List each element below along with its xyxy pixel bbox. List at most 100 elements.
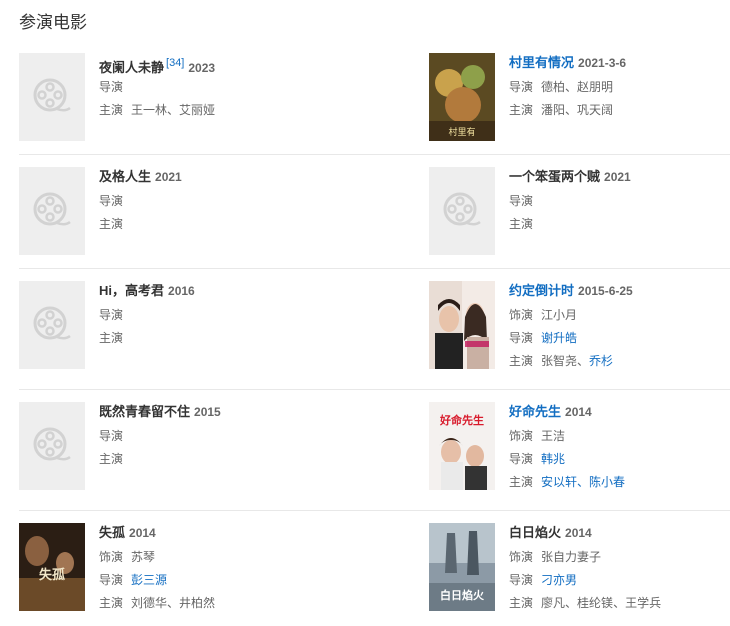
divider	[19, 268, 730, 269]
director-link[interactable]: 韩兆	[541, 452, 565, 466]
director-label: 导演	[99, 573, 124, 587]
cast-label: 主演	[99, 596, 124, 610]
role-value: 江小月	[541, 308, 578, 322]
role-label: 饰演	[509, 429, 534, 443]
director-value: 德柏	[541, 80, 566, 94]
director-label: 导演	[509, 80, 534, 94]
cast-label: 主演	[509, 217, 534, 231]
role-label: 饰演	[99, 550, 124, 564]
movie-year: 2021-3-6	[578, 56, 627, 70]
movie-title-link[interactable]: 好命先生	[509, 404, 561, 419]
movie-item: 夜阑人未静 [34] 2023 导演 主演 王一林、艾丽娅	[19, 53, 319, 143]
cast-label: 主演	[99, 103, 124, 117]
movie-year: 2021	[155, 170, 182, 184]
role-value: 张自力妻子	[541, 550, 602, 564]
film-reel-icon	[33, 306, 71, 340]
cast-value: 王学兵	[625, 596, 662, 610]
poster-image: 好命先生	[429, 402, 495, 490]
movies-section: 参演电影 夜阑人未静 [34] 2023 导演 主演 王一林、艾丽娅 村里有 村…	[0, 0, 730, 626]
svg-text:失孤: 失孤	[39, 567, 65, 583]
poster-placeholder[interactable]	[19, 281, 85, 369]
role-value: 王洁	[541, 429, 566, 443]
movie-title: 及格人生	[99, 169, 152, 184]
movie-year: 2016	[168, 284, 195, 298]
poster-image: 村里有	[429, 53, 495, 141]
movie-year: 2014	[565, 405, 592, 419]
cast-value: 王一林	[131, 103, 168, 117]
movie-title: 既然青春留不住	[99, 404, 191, 419]
role-label: 饰演	[509, 550, 534, 564]
movie-year: 2015	[194, 405, 221, 419]
movie-title: 一个笨蛋两个贼	[509, 169, 601, 184]
cast-link[interactable]: 乔杉	[589, 354, 613, 368]
movie-item: 及格人生 2021 导演 主演	[19, 167, 319, 257]
poster-image: 失孤	[19, 523, 85, 611]
cast-value: 刘德华	[131, 596, 168, 610]
movie-item: Hi，高考君 2016 导演 主演	[19, 281, 319, 371]
director-label: 导演	[509, 331, 534, 345]
section-title: 参演电影	[19, 13, 87, 32]
movie-title: 白日焰火	[509, 525, 562, 540]
divider	[19, 510, 730, 511]
poster-image: 白日焰火	[429, 523, 495, 611]
cast-label: 主演	[99, 217, 124, 231]
director-label: 导演	[509, 452, 534, 466]
movie-poster[interactable]: 失孤	[19, 523, 85, 611]
movie-item: 白日焰火 白日焰火 2014 饰演 张自力妻子 导演 刁亦男 主演 廖凡、桂纶镁、王学兵	[429, 523, 729, 613]
svg-text:白日焰火: 白日焰火	[440, 588, 485, 602]
cast-label: 主演	[509, 103, 534, 117]
divider	[19, 154, 730, 155]
director-label: 导演	[509, 194, 534, 208]
cast-label: 主演	[99, 452, 124, 466]
cast-value: 井柏然	[179, 596, 216, 610]
movie-item: 约定倒计时 2015-6-25 饰演 江小月 导演 谢升皓 主演 张智尧、乔杉	[429, 281, 729, 371]
film-reel-icon	[33, 192, 71, 226]
reference-link[interactable]: [34]	[166, 57, 184, 69]
director-link[interactable]: 刁亦男	[541, 573, 577, 587]
movie-item: 失孤 失孤 2014 饰演 苏琴 导演 彭三源 主演 刘德华、井柏然	[19, 523, 319, 613]
svg-text:好命先生: 好命先生	[439, 413, 484, 427]
director-label: 导演	[99, 80, 124, 94]
film-reel-icon	[33, 78, 71, 112]
cast-label: 主演	[509, 475, 534, 489]
movie-item: 好命先生 好命先生 2014 饰演 王洁 导演 韩兆 主演 安以轩、陈小春	[429, 402, 729, 492]
movie-poster[interactable]: 白日焰火	[429, 523, 495, 611]
cast-value: 潘阳	[541, 103, 566, 117]
movie-poster[interactable]: 村里有	[429, 53, 495, 141]
movie-poster[interactable]	[429, 281, 495, 369]
movie-title-link[interactable]: 村里有情况	[509, 55, 574, 70]
role-value: 苏琴	[131, 550, 156, 564]
cast-link[interactable]: 陈小春	[589, 475, 625, 489]
movie-item: 村里有 村里有情况 2021-3-6 导演 德柏、赵朋明 主演 潘阳、巩天阔	[429, 53, 729, 143]
director-label: 导演	[509, 573, 534, 587]
poster-placeholder[interactable]	[429, 167, 495, 255]
divider	[19, 389, 730, 390]
movie-year: 2014	[129, 526, 156, 540]
director-link[interactable]: 彭三源	[131, 573, 167, 587]
cast-value: 桂纶镁	[577, 596, 614, 610]
film-reel-icon	[33, 427, 71, 461]
movie-year: 2023	[188, 61, 216, 75]
movie-title: 夜阑人未静	[99, 60, 165, 75]
poster-placeholder[interactable]	[19, 53, 85, 141]
movie-title-link[interactable]: 约定倒计时	[509, 283, 574, 298]
poster-placeholder[interactable]	[19, 402, 85, 490]
movie-year: 2021	[604, 170, 631, 184]
movie-poster[interactable]: 好命先生	[429, 402, 495, 490]
movie-item: 既然青春留不住 2015 导演 主演	[19, 402, 319, 492]
cast-link[interactable]: 安以轩	[541, 475, 577, 489]
movie-title: 失孤	[99, 525, 126, 540]
film-reel-icon	[443, 192, 481, 226]
cast-label: 主演	[509, 354, 534, 368]
cast-label: 主演	[99, 331, 124, 345]
director-label: 导演	[99, 308, 124, 322]
poster-image	[429, 281, 495, 369]
role-label: 饰演	[509, 308, 534, 322]
cast-label: 主演	[509, 596, 534, 610]
director-link[interactable]: 谢升皓	[541, 331, 577, 345]
cast-value: 巩天阔	[577, 103, 614, 117]
poster-placeholder[interactable]	[19, 167, 85, 255]
cast-value: 张智尧	[541, 354, 578, 368]
director-label: 导演	[99, 194, 124, 208]
svg-text:村里有: 村里有	[448, 126, 475, 138]
